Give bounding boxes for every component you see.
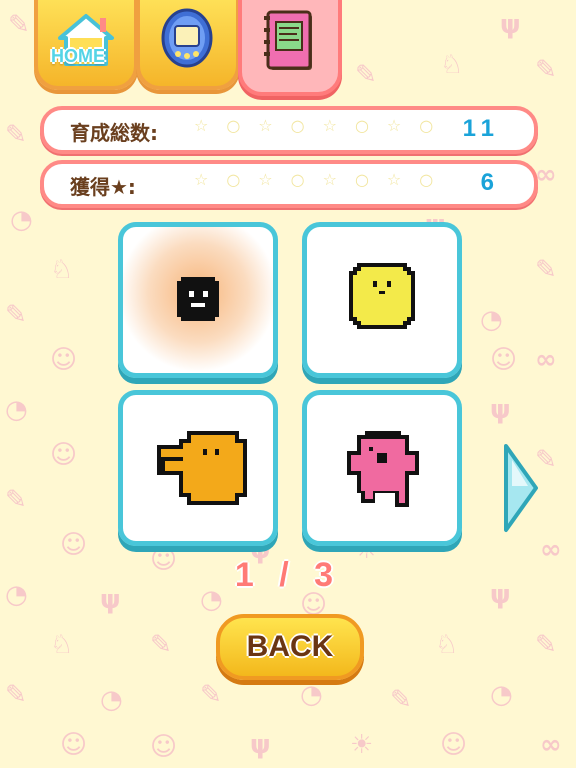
raised-count-value: 11: [462, 115, 500, 142]
black-blob-character-icon: [177, 277, 219, 321]
tab-book[interactable]: [238, 0, 342, 96]
orange-character-icon: [157, 431, 247, 505]
page-indicator: 1 / 3: [234, 556, 342, 594]
book-icon: [264, 10, 312, 70]
raised-count-label: 育成総数:: [70, 121, 158, 145]
yellow-round-character-icon: [349, 263, 415, 329]
stars-earned-value: 6: [480, 169, 500, 196]
star-decoration: ☆○☆○☆○☆○☆: [194, 116, 444, 135]
character-card[interactable]: [302, 222, 462, 378]
next-page-arrow-icon[interactable]: [502, 440, 540, 536]
star-decoration: ☆○☆○☆○☆○☆: [194, 170, 444, 189]
stars-earned-label: 獲得★:: [70, 175, 136, 199]
character-card[interactable]: [302, 390, 462, 546]
tab-device[interactable]: [136, 0, 240, 90]
home-label: HOME: [51, 46, 105, 66]
tab-home[interactable]: HOME: [34, 0, 138, 90]
stars-earned-bar: 獲得★: ☆○☆○☆○☆○☆ 6: [40, 160, 538, 208]
raised-count-bar: 育成総数: ☆○☆○☆○☆○☆ 11: [40, 106, 538, 154]
pink-character-icon: [347, 431, 419, 507]
back-button[interactable]: BACK: [216, 614, 364, 680]
device-icon: [161, 8, 213, 68]
character-card[interactable]: [118, 390, 278, 546]
character-card[interactable]: [118, 222, 278, 378]
